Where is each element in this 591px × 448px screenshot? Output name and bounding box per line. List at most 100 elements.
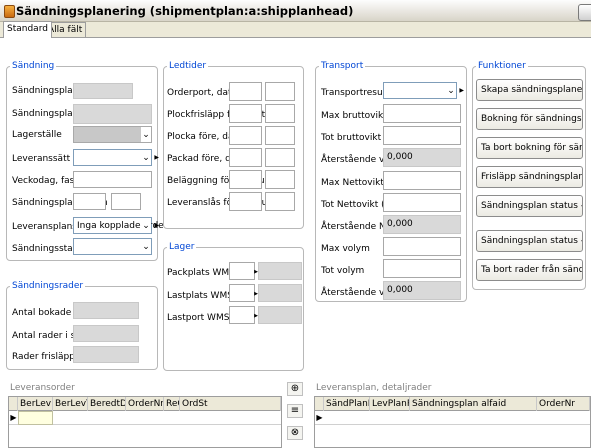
label-lastport: Lastport WMS (167, 313, 230, 323)
leveranslas-fore-time[interactable] (265, 192, 295, 211)
packad-fore-time[interactable] (265, 148, 295, 167)
minimize-button[interactable] (578, 4, 591, 21)
row-header-corner (315, 397, 324, 411)
col-berlevdat[interactable]: BerLevDat (18, 397, 53, 411)
ta-bort-bokning-button[interactable]: Ta bort bokning för sändningspla (476, 137, 583, 159)
lastplats-field[interactable]: ▶ (229, 284, 258, 302)
label-plockfrislapp: Plockfrisläpp före, datum (167, 110, 280, 120)
belaggning-fore-time[interactable] (265, 170, 295, 189)
detaljrader-header: SändPlanNr LevPlanRadNr Sändningsplan al… (315, 397, 590, 411)
lastport-field[interactable]: ▶ (229, 306, 258, 324)
table-cell-selected[interactable] (18, 411, 53, 425)
packplats-desc (258, 262, 302, 280)
lastport-desc (258, 306, 302, 324)
delete-icon[interactable]: ⊗ (287, 426, 303, 440)
label-tot-volym: Tot volym (321, 266, 365, 276)
transport-group-title: Transport (319, 61, 366, 71)
funktioner-group-title: Funktioner (476, 61, 528, 71)
rader-frislappta-field[interactable] (73, 346, 139, 363)
packad-fore-date[interactable] (229, 148, 262, 167)
sandning-group-title: Sändning (10, 61, 57, 71)
veckodag-field[interactable] (73, 171, 152, 188)
status-avsluta-button[interactable]: Sändningsplan status --> Avsluta (476, 230, 583, 252)
aterstaende-volym-value: 0,000 (387, 285, 413, 295)
lager-group-title: Lager (167, 242, 197, 252)
chevron-down-icon[interactable]: ⌄ (141, 127, 151, 142)
edit-icon[interactable]: ≡ (287, 404, 303, 418)
app-icon (4, 5, 15, 18)
sandningsplan-nr-field[interactable] (73, 83, 133, 99)
plocka-fore-time[interactable] (265, 126, 295, 145)
label-lagerstalle: Lagerställe (12, 130, 62, 140)
title-bar: Sändningsplanering (shipmentplan:a:shipp… (0, 0, 591, 22)
leveransorder-title: Leveransorder (10, 383, 75, 393)
sandningsplandatum-time[interactable] (111, 193, 141, 210)
col-berlevtid[interactable]: BerLevTid (53, 397, 88, 411)
orderport-time[interactable] (265, 82, 295, 101)
packplats-field[interactable]: ▶ (229, 262, 258, 280)
detaljrader-title: Leveransplan, detaljrader (316, 383, 432, 393)
aterstaende-vikt-value: 0,000 (387, 152, 413, 162)
ta-bort-rader-button[interactable]: Ta bort rader från sändningsplan (476, 259, 583, 281)
leveranssatt-select[interactable]: ⌄ ▶ (73, 149, 159, 166)
antal-rader-field[interactable] (73, 325, 139, 342)
aterstaende-nettovikt-field: 0,000 (383, 215, 461, 234)
tot-volym-field[interactable] (383, 259, 461, 278)
leveranslas-fore-date[interactable] (229, 192, 262, 211)
row-pointer-icon: ▶ (316, 413, 323, 422)
tab-standard[interactable]: Standard (3, 21, 52, 38)
detaljrader-grid[interactable]: SändPlanNr LevPlanRadNr Sändningsplan al… (314, 396, 591, 448)
chevron-down-icon[interactable]: ⌄ (141, 239, 151, 254)
lagerstalle-select[interactable]: ⌄ (73, 126, 152, 143)
play-arrow-icon[interactable]: ▶ (459, 83, 464, 99)
tot-bruttovikt-field[interactable] (383, 126, 461, 145)
plockfrislapp-date[interactable] (229, 104, 262, 123)
label-leveranssatt: Leveranssätt (12, 154, 71, 164)
chevron-down-icon[interactable]: ⌄ (141, 150, 151, 165)
sandningsrader-group-title: Sändningsrader (10, 281, 86, 291)
lastplats-desc (258, 284, 302, 302)
table-row[interactable]: ▶ (315, 411, 590, 425)
col-reord[interactable]: ReOrd (164, 397, 180, 411)
row-pointer-icon: ▶ (10, 413, 17, 422)
col-ordernr[interactable]: OrderNr (537, 397, 590, 411)
chevron-down-icon[interactable]: ⌄ (141, 218, 151, 233)
label-lastplats: Lastplats WMS (167, 291, 233, 301)
sandningsplan-alfaid-field[interactable] (73, 104, 152, 124)
add-icon[interactable]: ⊕ (287, 382, 303, 396)
col-beredtdat[interactable]: BeredtDat (88, 397, 126, 411)
status-packad-button[interactable]: Sändningsplan status --> Packad (476, 195, 583, 217)
tot-nettovikt-field[interactable] (383, 193, 461, 212)
belaggning-fore-date[interactable] (229, 170, 262, 189)
label-transportresurs: Transportresurs (321, 88, 392, 98)
orderport-date[interactable] (229, 82, 262, 101)
col-ordst[interactable]: OrdSt (180, 397, 281, 411)
max-bruttovikt-field[interactable] (383, 104, 461, 123)
max-volym-field[interactable] (383, 237, 461, 256)
sandningsstatus-select[interactable]: ⌄ (73, 238, 152, 255)
play-arrow-icon[interactable]: ▶ (154, 218, 159, 234)
label-packplats: Packplats WMS (167, 268, 235, 278)
col-sandplannr[interactable]: SändPlanNr (324, 397, 370, 411)
plockfrislapp-time[interactable] (265, 104, 295, 123)
skapa-sandningsplaner-button[interactable]: Skapa sändningsplaner (476, 79, 583, 101)
ledtider-group-title: Ledtider (167, 61, 209, 71)
sandningsplandatum-date[interactable] (73, 193, 106, 210)
antal-bokade-field[interactable] (73, 302, 139, 319)
aterstaende-vikt-field: 0,000 (383, 148, 461, 167)
play-arrow-icon[interactable]: ▶ (154, 150, 159, 166)
col-levplanradnr[interactable]: LevPlanRadNr (370, 397, 410, 411)
transportresurs-select[interactable]: ⌄ ▶ (383, 82, 464, 99)
leveransorder-grid[interactable]: BerLevDat BerLevTid BeredtDat OrderNr Re… (8, 396, 282, 448)
table-row[interactable]: ▶ (9, 411, 281, 425)
frislapp-wms-button[interactable]: Frisläpp sändningsplan --> WMS (476, 166, 583, 188)
chevron-down-icon[interactable]: ⌄ (446, 83, 456, 98)
plocka-fore-date[interactable] (229, 126, 262, 145)
aterstaende-nettovikt-value: 0,000 (387, 219, 413, 229)
col-ordernr[interactable]: OrderNr (126, 397, 164, 411)
col-sandningsplan-alfaid[interactable]: Sändningsplan alfaid (410, 397, 537, 411)
max-nettovikt-field[interactable] (383, 171, 461, 190)
leveransplanstatus-select[interactable]: Inga kopplade order ⌄ ▶ (73, 217, 167, 234)
bokning-sandningsplan-button[interactable]: Bokning för sändningsplan (476, 108, 583, 130)
aterstaende-volym-field: 0,000 (383, 281, 461, 300)
